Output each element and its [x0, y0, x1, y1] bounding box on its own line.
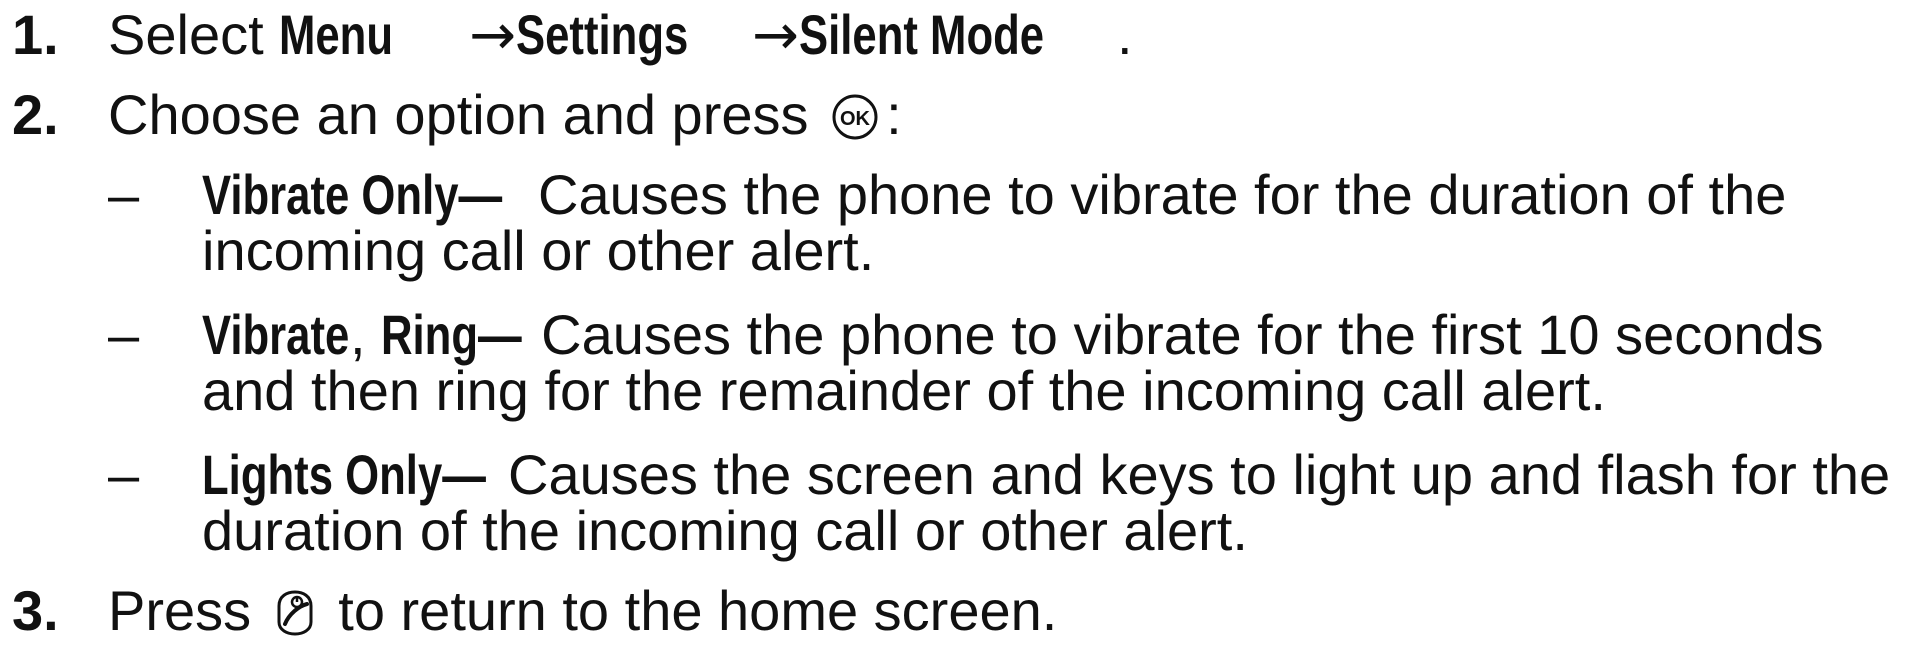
- step-text-after: :: [886, 83, 902, 146]
- option-dash: –: [108, 303, 140, 366]
- instructions-page: 1. Select Menu →Settings →Silent Mode. 2. …: [0, 0, 1912, 652]
- option-desc-cont: and then ring for the remainder of the i…: [202, 359, 1606, 422]
- option-dash: –: [108, 443, 140, 506]
- step-text-after: to return to the home screen.: [322, 579, 1058, 642]
- arrow-icon: →: [469, 3, 517, 68]
- step-number: 2.: [12, 83, 59, 146]
- option-desc-cont: incoming call or other alert.: [202, 219, 875, 282]
- step-prefix: Select: [108, 3, 280, 66]
- step-text: Select Menu →Settings →Silent Mode.: [108, 0, 1133, 71]
- ok-key-icon: OK: [830, 88, 880, 158]
- option-dash: –: [108, 163, 140, 226]
- svg-text:OK: OK: [840, 108, 871, 130]
- menu-path-item: Menu: [279, 3, 394, 66]
- step-text: Choose an option and press OK:: [108, 80, 902, 158]
- step-text: Press to return to the home screen.: [108, 576, 1057, 654]
- menu-path-item: Silent Mode: [799, 3, 1045, 66]
- step-suffix: .: [1117, 3, 1133, 66]
- step-number: 1.: [12, 3, 59, 66]
- step-text-before: Press: [108, 579, 267, 642]
- arrow-icon: →: [752, 3, 800, 68]
- option-desc-cont: duration of the incoming call or other a…: [202, 499, 1248, 562]
- step-text-before: Choose an option and press: [108, 83, 825, 146]
- menu-path-item: Settings: [516, 3, 689, 66]
- step-number: 3.: [12, 579, 59, 642]
- end-key-icon: [273, 584, 317, 654]
